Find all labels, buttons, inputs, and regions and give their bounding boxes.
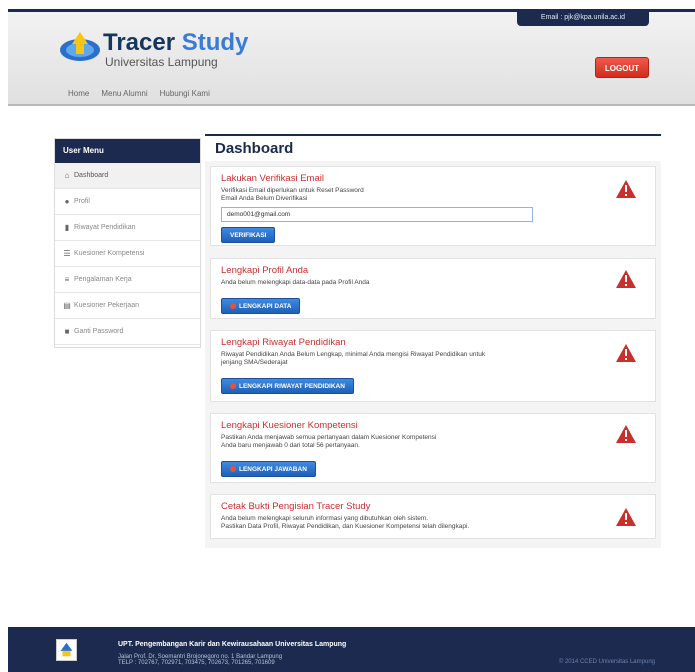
lock-icon: ■ bbox=[64, 326, 70, 336]
warning-icon bbox=[616, 270, 636, 288]
card-title: Lengkapi Riwayat Pendidikan bbox=[221, 337, 346, 348]
warning-icon bbox=[616, 344, 636, 362]
email-field[interactable]: demo001@gmail.com bbox=[221, 207, 533, 222]
sidebar-item-kuesioner-pekerjaan[interactable]: ▤ Kuesioner Pekerjaan bbox=[55, 293, 200, 319]
lengkapi-riwayat-pendidikan-button[interactable]: LENGKAPI RIWAYAT PENDIDIKAN bbox=[221, 378, 354, 394]
alert-dot-icon bbox=[230, 303, 236, 309]
sidebar-item-ganti-password[interactable]: ■ Ganti Password bbox=[55, 319, 200, 345]
sidebar-item-label: Kuesioner Pekerjaan bbox=[74, 301, 139, 309]
verifikasi-button[interactable]: VERIFIKASI bbox=[221, 227, 276, 243]
card-text: jenjang SMA/Sederajat bbox=[221, 359, 288, 366]
sidebar-item-label: Kuesioner Kompetensi bbox=[74, 249, 145, 257]
sidebar-item-label: Riwayat Pendidikan bbox=[74, 223, 136, 231]
brand-title-main: Tracer bbox=[103, 29, 182, 56]
briefcase-icon: ≡ bbox=[64, 274, 70, 284]
lengkapi-data-button[interactable]: LENGKAPI DATA bbox=[221, 298, 301, 314]
footer-title: UPT. Pengembangan Karir dan Kewirausahaa… bbox=[118, 641, 347, 648]
list-icon: ☰ bbox=[63, 248, 71, 258]
card-lengkapi-profil: Lengkapi Profil Anda Anda belum melengka… bbox=[210, 258, 656, 319]
home-icon: ⌂ bbox=[64, 170, 70, 180]
sidebar-item-profil[interactable]: ● Profil bbox=[55, 189, 200, 215]
sidebar-item-riwayat-pendidikan[interactable]: ▮ Riwayat Pendidikan bbox=[55, 215, 200, 241]
user-icon: ● bbox=[64, 196, 70, 206]
footer: UPT. Pengembangan Karir dan Kewirausahaa… bbox=[8, 627, 695, 672]
logout-button[interactable]: LOGOUT bbox=[595, 57, 649, 78]
book-icon: ▮ bbox=[64, 222, 70, 232]
header: Email : pjk@kpa.unila.ac.id Tracer Study… bbox=[8, 9, 695, 106]
sidebar-item-pengalaman-kerja[interactable]: ≡ Pengalaman Kerja bbox=[55, 267, 200, 293]
button-label: LENGKAPI DATA bbox=[239, 303, 292, 310]
sidebar-heading: User Menu bbox=[55, 139, 200, 163]
card-title: Lengkapi Kuesioner Kompetensi bbox=[221, 420, 358, 431]
card-text: Verifikasi Email diperlukan untuk Reset … bbox=[221, 187, 364, 194]
button-label: LENGKAPI RIWAYAT PENDIDIKAN bbox=[239, 383, 345, 390]
nav-home[interactable]: Home bbox=[68, 89, 89, 98]
footer-copyright[interactable]: © 2014 CCED Universitas Lampung bbox=[559, 659, 655, 665]
warning-icon bbox=[616, 508, 636, 526]
university-logo-icon[interactable] bbox=[58, 30, 102, 62]
lengkapi-jawaban-button[interactable]: LENGKAPI JAWABAN bbox=[221, 461, 316, 477]
card-kuesioner-kompetensi: Lengkapi Kuesioner Kompetensi Pastikan A… bbox=[210, 413, 656, 483]
page-title: Dashboard bbox=[205, 134, 661, 161]
brand-title-accent: Study bbox=[181, 29, 249, 56]
alert-dot-icon bbox=[230, 466, 236, 472]
card-text: Anda belum melengkapi data-data pada Pro… bbox=[221, 279, 370, 286]
sidebar-item-label: Pengalaman Kerja bbox=[74, 275, 132, 283]
nav-hubungi-kami[interactable]: Hubungi Kami bbox=[160, 89, 210, 98]
card-cetak-bukti: Cetak Bukti Pengisian Tracer Study Anda … bbox=[210, 494, 656, 539]
email-badge: Email : pjk@kpa.unila.ac.id bbox=[517, 9, 649, 26]
card-title: Lakukan Verifikasi Email bbox=[221, 173, 324, 184]
sidebar-item-dashboard[interactable]: ⌂ Dashboard bbox=[55, 163, 200, 189]
warning-icon bbox=[616, 180, 636, 198]
footer-address: Jalan Prof. Dr. Soemantri Brojonegoro no… bbox=[118, 654, 282, 666]
alert-dot-icon bbox=[230, 383, 236, 389]
sidebar-item-label: Dashboard bbox=[74, 171, 109, 179]
clipboard-icon: ▤ bbox=[63, 300, 71, 310]
card-riwayat-pendidikan: Lengkapi Riwayat Pendidikan Riwayat Pend… bbox=[210, 330, 656, 402]
sidebar-item-label: Ganti Password bbox=[74, 327, 124, 335]
card-text: Pastikan Anda menjawab semua pertanyaan … bbox=[221, 434, 437, 441]
card-title: Lengkapi Profil Anda bbox=[221, 265, 309, 276]
footer-phone-line: TELP : 702767, 702971, 703475, 702673, 7… bbox=[118, 660, 275, 666]
warning-icon bbox=[616, 425, 636, 443]
sidebar-item-label: Profil bbox=[74, 197, 90, 205]
brand-subtitle: Universitas Lampung bbox=[105, 55, 218, 69]
card-text: Anda belum melengkapi seluruh informasi … bbox=[221, 515, 429, 522]
card-title: Cetak Bukti Pengisian Tracer Study bbox=[221, 501, 371, 512]
card-text: Pastikan Data Profil, Riwayat Pendidikan… bbox=[221, 523, 470, 530]
card-text: Email Anda Belum Diverifikasi bbox=[221, 195, 308, 202]
sidebar: User Menu ⌂ Dashboard ● Profil ▮ Riwayat… bbox=[54, 138, 201, 348]
unila-logo-icon bbox=[56, 639, 77, 661]
button-label: LENGKAPI JAWABAN bbox=[239, 466, 307, 473]
main-content: Dashboard Lakukan Verifikasi Email Verif… bbox=[205, 134, 661, 548]
top-nav: Home Menu Alumni Hubungi Kami bbox=[68, 89, 210, 98]
sidebar-item-kuesioner-kompetensi[interactable]: ☰ Kuesioner Kompetensi bbox=[55, 241, 200, 267]
card-text: Riwayat Pendidikan Anda Belum Lengkap, m… bbox=[221, 351, 486, 358]
card-verifikasi-email: Lakukan Verifikasi Email Verifikasi Emai… bbox=[210, 166, 656, 246]
nav-menu-alumni[interactable]: Menu Alumni bbox=[101, 89, 147, 98]
brand-title[interactable]: Tracer Study bbox=[103, 29, 248, 57]
card-text: Anda baru menjawab 0 dari total 56 perta… bbox=[221, 442, 360, 449]
page: Email : pjk@kpa.unila.ac.id Tracer Study… bbox=[0, 0, 695, 672]
